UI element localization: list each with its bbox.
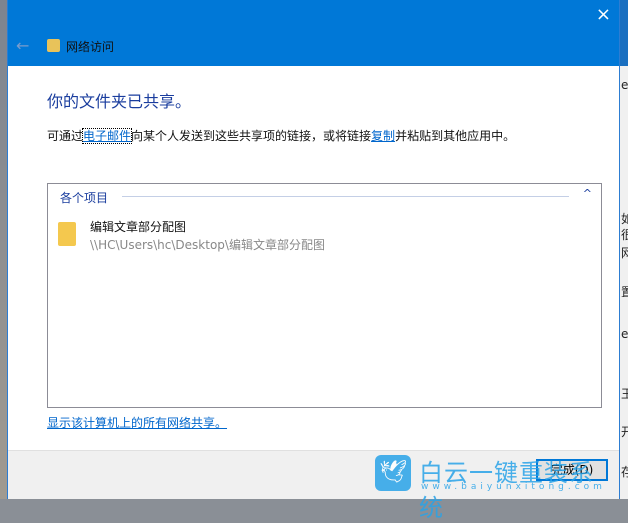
- back-arrow-icon[interactable]: ←: [16, 36, 29, 55]
- item-name: 编辑文章部分配图: [90, 220, 187, 234]
- group-divider: [122, 196, 569, 197]
- description: 可通过电子邮件向某个人发送到这些共享项的链接，或将链接复制并粘贴到其他应用中。: [47, 127, 515, 144]
- bg-text: 存: [621, 465, 628, 479]
- title-bar: × ← 网络访问: [8, 0, 619, 66]
- shared-items-list: 各个项目 ^ 编辑文章部分配图 \\HC\Users\hc\Desktop\编辑…: [47, 183, 602, 408]
- desc-text: 向某个人发送到这些共享项的链接，或将链接: [131, 129, 372, 143]
- page-heading: 你的文件夹已共享。: [47, 92, 192, 111]
- list-item[interactable]: 编辑文章部分配图 \\HC\Users\hc\Desktop\编辑文章部分配图: [58, 218, 358, 254]
- bird-logo-icon: 🕊: [375, 455, 411, 491]
- close-icon[interactable]: ×: [596, 4, 611, 25]
- copy-link[interactable]: 复制: [371, 129, 395, 143]
- bg-text: 开: [621, 425, 628, 439]
- background-window: e 如 很 网 置 e 王 开 存: [620, 0, 628, 499]
- bg-text: 网: [621, 246, 628, 260]
- bg-text: 如: [621, 212, 628, 226]
- chevron-up-icon[interactable]: ^: [583, 187, 592, 200]
- network-access-dialog: × ← 网络访问 你的文件夹已共享。 可通过电子邮件向某个人发送到这些共享项的链…: [7, 0, 620, 499]
- item-path: \\HC\Users\hc\Desktop\编辑文章部分配图: [90, 238, 325, 252]
- network-users-icon: [47, 39, 60, 52]
- bg-text: e: [621, 327, 628, 341]
- bg-text: e: [621, 78, 628, 92]
- desc-text: 可通过: [47, 129, 84, 143]
- window-title: 网络访问: [66, 40, 115, 54]
- group-header: 各个项目: [60, 191, 109, 205]
- watermark-url: www.baiyunxitong.com: [421, 482, 606, 492]
- bg-text: 王: [621, 387, 628, 401]
- email-link[interactable]: 电子邮件: [82, 128, 133, 144]
- bg-text: 置: [621, 285, 628, 299]
- bg-text: 很: [621, 228, 628, 242]
- show-all-shares-link[interactable]: 显示该计算机上的所有网络共享。: [47, 414, 227, 431]
- desc-text: 并粘贴到其他应用中。: [395, 129, 516, 143]
- folder-icon: [58, 222, 76, 246]
- watermark: 🕊 白云一键重装系统 www.baiyunxitong.com: [375, 455, 615, 522]
